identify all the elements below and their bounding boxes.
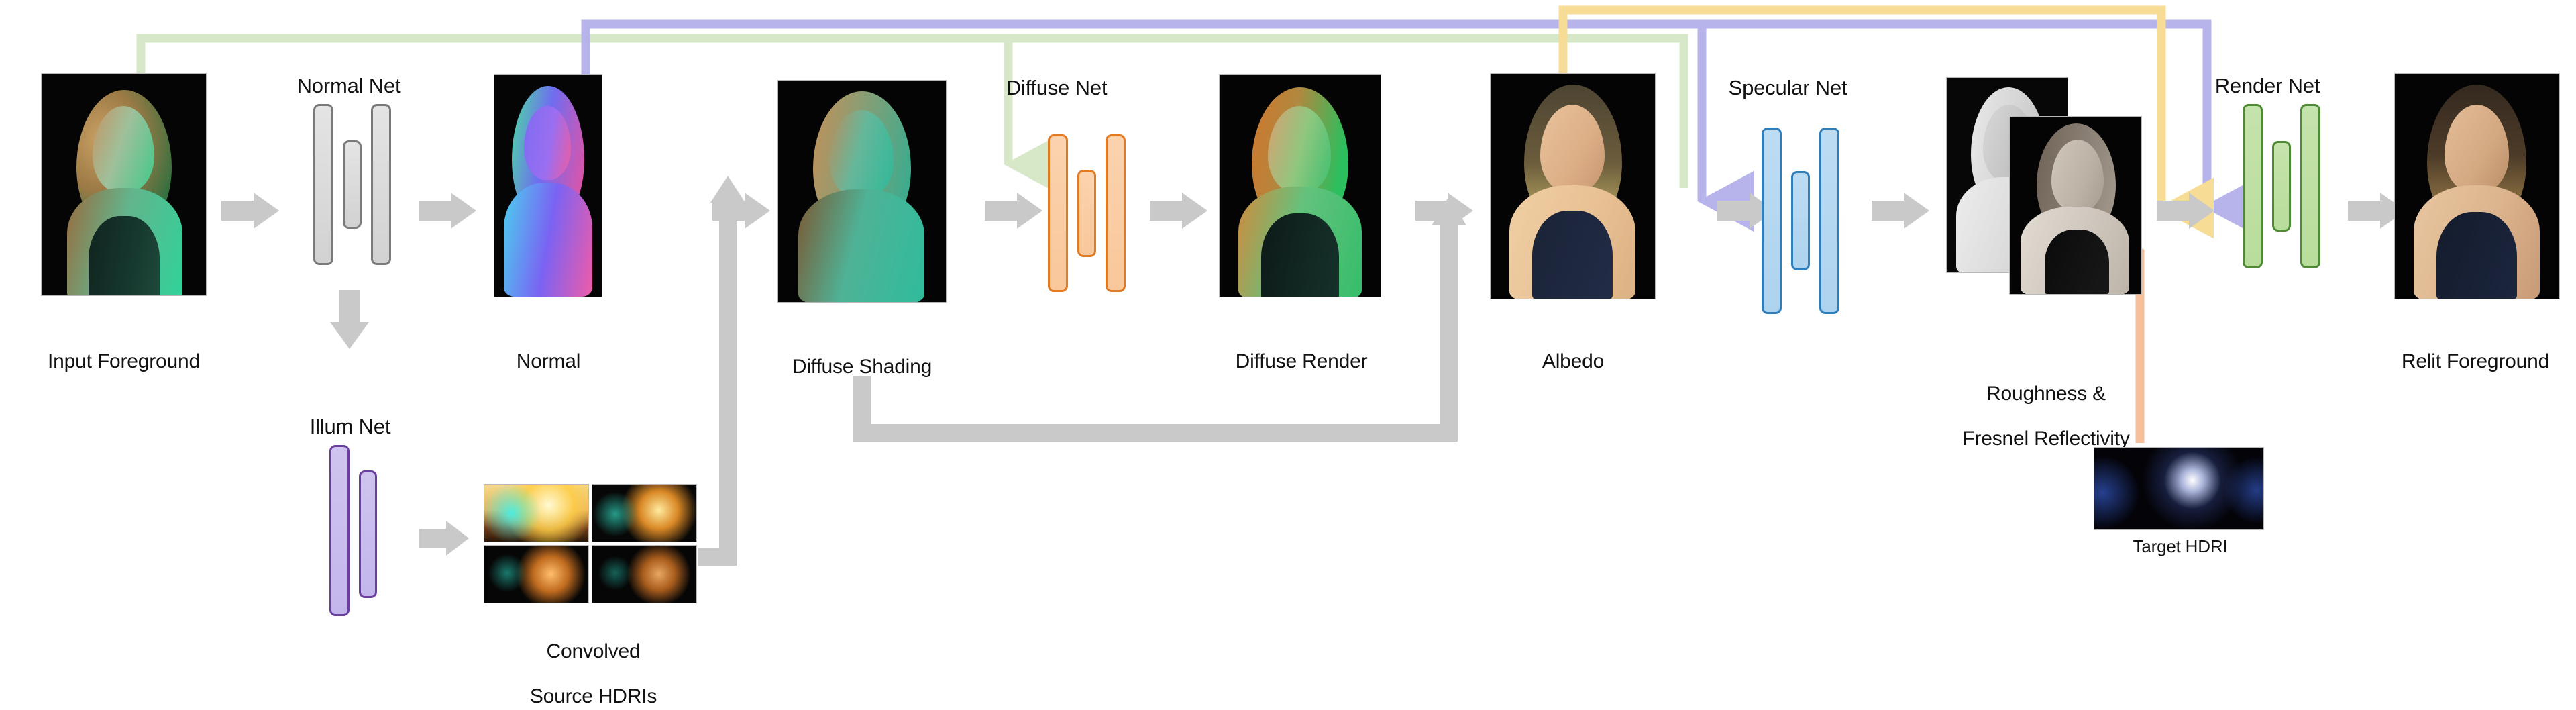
image-input-foreground: [42, 74, 206, 295]
arrow-normal-net-to-normal: [419, 193, 476, 229]
gray-route-hdri-to-shading: [698, 176, 745, 566]
image-diffuse-render: [1220, 75, 1381, 297]
net-bar-2: [1077, 169, 1096, 257]
net-bar-3: [1106, 134, 1126, 292]
arrow-roughness-to-render-net: [2157, 193, 2214, 229]
caption-normal: Normal: [516, 350, 581, 372]
label-render-net: Render Net: [2214, 74, 2320, 97]
hdri-tile-2: [592, 485, 696, 542]
hdri-grid-convolved-source: [484, 485, 700, 607]
image-target-hdri: [2094, 448, 2263, 529]
caption-albedo: Albedo: [1542, 350, 1605, 372]
arrow-diffuse-render-to-albedo: [1415, 193, 1473, 229]
net-bar-2: [2272, 141, 2291, 232]
label-normal-net: Normal Net: [297, 74, 401, 97]
arrow-normal-net-to-illum-net: [330, 290, 369, 349]
net-bar-1: [329, 445, 350, 616]
arrow-specular-net-to-roughness: [1872, 193, 1929, 229]
caption-input-foreground: Input Foreground: [48, 350, 200, 372]
image-normal: [494, 75, 602, 297]
image-albedo: [1491, 74, 1655, 299]
caption-target-hdri: Target HDRI: [2133, 536, 2228, 556]
caption-roughness-line2: Fresnel Reflectivity: [1962, 427, 2130, 450]
caption-convolved-line1: Convolved: [546, 640, 641, 662]
image-diffuse-shading: [778, 81, 946, 302]
net-bar-2: [358, 470, 377, 598]
net-bar-3: [1819, 128, 1839, 314]
arrow-normal-to-diffuse-shading: [712, 193, 770, 229]
hdri-tile-1: [484, 485, 588, 542]
hdri-tile-4: [592, 546, 696, 603]
network-normal-net: [302, 104, 402, 265]
label-illum-net: Illum Net: [309, 415, 391, 438]
arrow-diffuse-net-to-diffuse-render: [1150, 193, 1208, 229]
net-bar-1: [1048, 134, 1068, 292]
network-diffuse-net: [1036, 134, 1137, 292]
diagram-canvas: Input Foreground Normal Net Normal Illum…: [0, 0, 2576, 710]
net-bar-1: [313, 104, 333, 265]
arrow-input-to-normal-net: [221, 193, 279, 229]
caption-diffuse-shading: Diffuse Shading: [792, 356, 932, 378]
net-bar-3: [2300, 104, 2320, 268]
caption-convolved-source-hdris: Convolved Source HDRIs: [478, 617, 709, 707]
label-diffuse-net: Diffuse Net: [1006, 76, 1108, 99]
hdri-tile-3: [484, 546, 588, 603]
caption-relit-foreground: Relit Foreground: [2401, 350, 2550, 372]
net-bar-3: [371, 104, 391, 265]
network-render-net: [2231, 104, 2332, 268]
net-bar-2: [1791, 171, 1810, 270]
network-specular-net: [1750, 128, 1851, 314]
image-fresnel-reflectivity: [2010, 117, 2141, 294]
caption-roughness-line1: Roughness &: [1986, 382, 2106, 405]
net-bar-1: [1762, 128, 1782, 314]
caption-roughness-fresnel: Roughness & Fresnel Reflectivity: [1932, 360, 2160, 450]
arrow-illum-net-to-hdris: [419, 521, 469, 556]
net-bar-1: [2243, 104, 2263, 268]
caption-convolved-line2: Source HDRIs: [529, 684, 657, 707]
label-specular-net: Specular Net: [1728, 76, 1847, 99]
network-illum-net: [313, 445, 393, 616]
caption-diffuse-render: Diffuse Render: [1235, 350, 1368, 372]
net-bar-2: [343, 140, 362, 229]
image-relit-foreground: [2395, 74, 2559, 299]
